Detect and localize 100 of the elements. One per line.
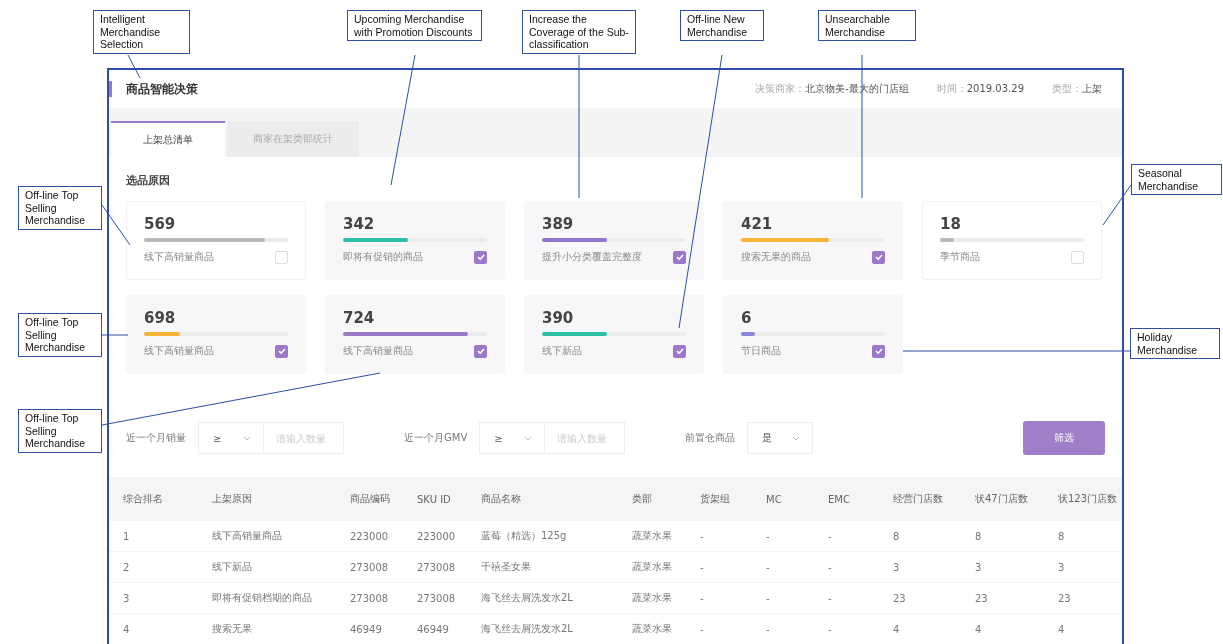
checkbox[interactable] — [872, 344, 885, 358]
checkbox[interactable] — [872, 250, 885, 264]
table-cell-text: 4 — [974, 623, 983, 635]
table-cell-text: 223000 — [349, 530, 390, 542]
warehouse-select[interactable]: 是 — [747, 422, 814, 454]
table-cell-text: 1 — [122, 530, 131, 542]
table-cell-text: 千禧圣女果 — [480, 560, 532, 574]
table-cell-text: 蔬菜水果 — [631, 529, 673, 543]
table-cell-text: 23 — [892, 592, 907, 604]
table-cell-text: 23 — [974, 592, 989, 604]
card-count: 724 — [343, 309, 376, 329]
card-count: 698 — [144, 309, 177, 329]
table-cell-text: - — [765, 623, 771, 635]
table-cell-text: - — [765, 530, 771, 542]
callout-label: Intelligent Merchandise Selection — [93, 10, 190, 54]
reason-card[interactable]: 724 线下高销量商品 — [325, 295, 505, 374]
caret-icon — [792, 435, 801, 441]
section-title: 选品原因 — [126, 173, 171, 189]
filter-label: 前置仓商品 — [685, 431, 736, 445]
table-cell-text: 蔬菜水果 — [631, 591, 673, 605]
tab[interactable]: 上架总清单 — [111, 121, 225, 157]
table-cell-text: - — [699, 623, 705, 635]
filter-label: 近一个月GMV — [404, 431, 468, 445]
card-count: 18 — [940, 215, 962, 235]
table-cell-text: 8 — [974, 530, 983, 542]
reason-card[interactable]: 6 节日商品 — [723, 295, 903, 374]
table-cell-text: - — [765, 592, 771, 604]
table-cell-text: 46949 — [349, 623, 383, 635]
table-cell-text: 8 — [1057, 530, 1066, 542]
card-label: 搜索无果的商品 — [741, 250, 811, 264]
operator-select[interactable]: ≥ — [198, 422, 264, 454]
table-cell-text: 273008 — [349, 561, 390, 573]
caret-icon — [243, 435, 251, 441]
reason-card[interactable]: 698 线下高销量商品 — [126, 295, 306, 374]
table-cell-text: 4 — [892, 623, 901, 635]
card-label: 节日商品 — [741, 344, 781, 358]
table-cell-text: - — [699, 561, 705, 573]
reason-card[interactable]: 421 搜索无果的商品 — [723, 201, 903, 280]
table-cell-text: 搜索无果 — [211, 622, 253, 636]
table-cell-text: 2 — [122, 561, 131, 573]
column-header: MC — [765, 493, 783, 505]
table-cell-text: - — [827, 530, 833, 542]
card-label: 线下高销量商品 — [343, 344, 413, 358]
card-count: 569 — [144, 215, 177, 235]
column-header: 经营门店数 — [892, 492, 944, 506]
table-cell-text: 3 — [122, 592, 131, 604]
table-cell-text: - — [827, 561, 833, 573]
table-cell-text: 线下新品 — [211, 560, 253, 574]
table-cell-text: 23 — [1057, 592, 1072, 604]
reason-card[interactable]: 18 季节商品 — [922, 201, 1102, 280]
table-cell-text: - — [699, 592, 705, 604]
column-header: EMC — [827, 493, 851, 505]
column-header: 状47门店数 — [974, 492, 1029, 506]
reason-card[interactable]: 342 即将有促销的商品 — [325, 201, 505, 280]
callout-label: Off-line Top Selling Merchandise — [18, 186, 102, 230]
callout-label: Upcoming Merchandise with Promotion Discounts — [347, 10, 482, 42]
meta-value: 2019.03.29 — [966, 83, 1024, 94]
operator-select[interactable]: ≥ — [479, 422, 546, 454]
checkbox[interactable] — [474, 250, 487, 264]
card-label: 季节商品 — [940, 250, 980, 264]
card-label: 提升小分类覆盖完整度 — [542, 250, 642, 264]
meta-value: 上架 — [1082, 83, 1102, 94]
column-header: SKU ID — [416, 493, 452, 505]
table-cell-text: 8 — [892, 530, 901, 542]
table-cell-text: 海飞丝去屑洗发水2L — [480, 622, 574, 636]
table-cell-text: 4 — [122, 623, 131, 635]
reason-card[interactable]: 390 线下新品 — [524, 295, 704, 374]
column-header: 类部 — [631, 492, 653, 506]
card-count: 389 — [542, 215, 575, 235]
table-cell-text: 即将有促销档期的商品 — [211, 591, 313, 605]
table-cell-text: 线下高销量商品 — [211, 529, 283, 543]
table-cell-text: 3 — [892, 561, 901, 573]
table-cell-text: 蓝莓（精选）125g — [480, 529, 568, 543]
card-label: 即将有促销的商品 — [343, 250, 423, 264]
filter-label: 近一个月销量 — [126, 431, 186, 445]
card-count: 342 — [343, 215, 376, 235]
table-cell-text: 46949 — [416, 623, 450, 635]
callout-label: Holiday Merchandise — [1130, 328, 1220, 360]
callout-label: Increase the Coverage of the Sub-classification — [522, 10, 636, 54]
meta-label: 时间： — [936, 83, 967, 94]
meta-label: 决策商家： — [755, 83, 806, 94]
column-header: 商品编码 — [349, 492, 391, 506]
table-cell-text: 223000 — [416, 530, 457, 542]
checkbox[interactable] — [275, 344, 288, 358]
column-header: 上架原因 — [211, 492, 253, 506]
column-header: 综合排名 — [122, 492, 164, 506]
card-label: 线下高销量商品 — [144, 250, 214, 264]
table-cell-text: 4 — [1057, 623, 1066, 635]
table-cell-text: 3 — [974, 561, 983, 573]
checkbox[interactable] — [673, 344, 686, 358]
card-count: 6 — [741, 309, 753, 329]
page-title: 商品智能决策 — [126, 80, 198, 98]
card-label: 线下新品 — [542, 344, 582, 358]
reason-card[interactable]: 389 提升小分类覆盖完整度 — [524, 201, 704, 280]
table-cell-text: - — [827, 592, 833, 604]
title-accent — [109, 81, 112, 97]
reason-card[interactable]: 569 线下高销量商品 — [126, 201, 306, 280]
checkbox[interactable] — [673, 250, 686, 264]
checkbox[interactable] — [474, 344, 487, 358]
table-cell-text: 蔬菜水果 — [631, 560, 673, 574]
